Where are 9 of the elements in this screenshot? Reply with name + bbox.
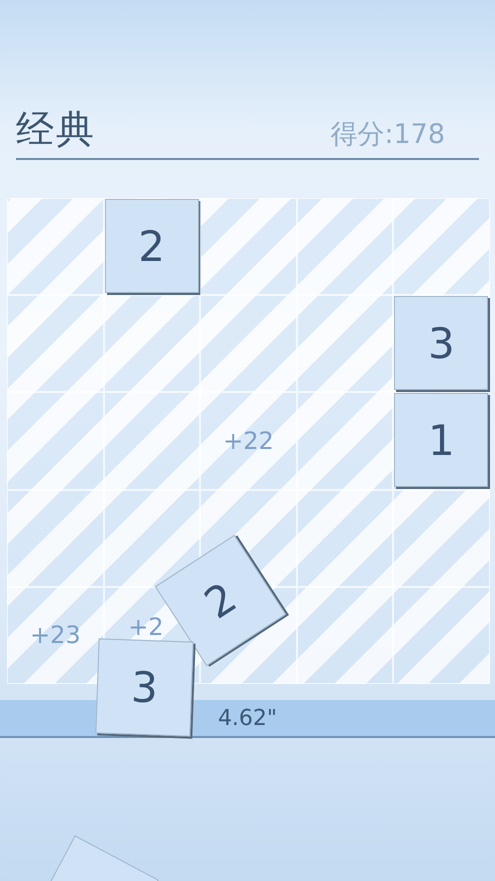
- falling-tile[interactable]: 3: [95, 638, 194, 737]
- score-label: 得分:178: [330, 118, 445, 152]
- number-tile[interactable]: 2: [104, 199, 199, 293]
- number-tile[interactable]: 3: [394, 296, 488, 390]
- mode-title: 经典: [16, 106, 96, 152]
- number-tile[interactable]: 1: [394, 393, 488, 488]
- score-popup: +22: [223, 426, 274, 455]
- score-popup: +23: [30, 621, 81, 650]
- timer-text: 4.62": [218, 706, 278, 730]
